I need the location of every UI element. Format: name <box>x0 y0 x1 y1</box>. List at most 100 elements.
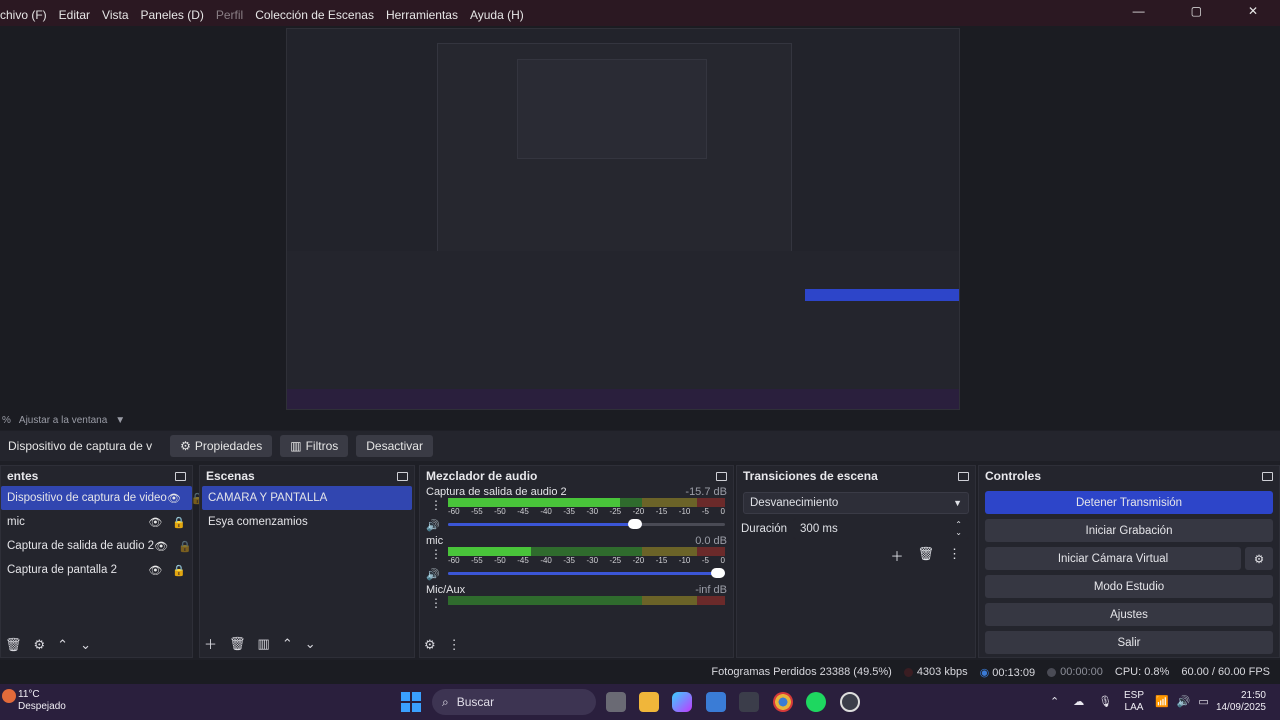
menu-item[interactable]: Paneles (D) <box>141 8 204 22</box>
menu-item[interactable]: Editar <box>59 8 90 22</box>
add-icon[interactable]: ＋ <box>204 634 217 653</box>
tick-label: -55 <box>471 556 483 565</box>
chevron-down-icon[interactable]: ▼ <box>115 415 125 426</box>
move-up-icon[interactable]: ⌃ <box>57 637 68 653</box>
control-button[interactable]: Salir <box>985 631 1273 654</box>
spinner-icon[interactable]: ⌃ ⌄ <box>955 521 962 537</box>
slider-knob[interactable] <box>627 519 642 529</box>
gear-icon[interactable]: ⚙ <box>34 637 46 653</box>
gear-icon[interactable]: ⚙ <box>424 637 436 653</box>
scenes-header: Escenas <box>200 466 414 486</box>
more-icon[interactable]: ⋮ <box>430 547 442 561</box>
source-item[interactable]: Captura de salida de audio 2 👁 🔒 <box>1 534 192 558</box>
lock-icon[interactable]: 🔒 <box>172 564 186 577</box>
copilot-icon[interactable] <box>672 692 692 712</box>
zoom-label[interactable]: Ajustar a la ventana <box>19 415 107 426</box>
popout-icon[interactable] <box>958 471 969 481</box>
clock[interactable]: 21:50 14/09/2025 <box>1214 690 1266 714</box>
windows-start-icon[interactable] <box>401 692 421 712</box>
gear-icon[interactable]: ⚙ <box>1245 547 1273 570</box>
level-meter <box>448 547 725 556</box>
spotify-icon[interactable] <box>806 692 826 712</box>
task-view-icon[interactable] <box>606 692 626 712</box>
menu-item[interactable]: Herramientas <box>386 8 458 22</box>
minimize-icon[interactable]: — <box>1133 4 1145 18</box>
tick-label: -45 <box>517 507 529 516</box>
tray-icons[interactable]: 📶 🔊 ▭ <box>1155 695 1209 708</box>
source-row-icons: 👁 🔒 <box>154 540 192 553</box>
popout-icon[interactable] <box>1262 471 1273 481</box>
move-up-icon[interactable]: ⌃ <box>282 636 293 652</box>
mixer-footer: ⚙ ⋮ <box>424 637 461 653</box>
weather-widget[interactable]: 11°C Despejado <box>18 689 66 713</box>
obs-icon[interactable] <box>840 692 860 712</box>
source-row-icons: 👁 🔒 <box>148 516 186 529</box>
move-down-icon[interactable]: ⌄ <box>305 636 316 652</box>
weather-icon[interactable] <box>2 689 16 703</box>
speaker-icon[interactable]: 🔊 <box>426 568 440 581</box>
visibility-icon[interactable]: 👁 <box>167 492 181 505</box>
microphone-icon[interactable]: 🎙 <box>1098 695 1112 708</box>
tick-label: -10 <box>678 556 691 565</box>
control-button[interactable]: Iniciar Cámara Virtual <box>985 547 1241 570</box>
lock-icon[interactable]: 🔒 <box>178 540 192 553</box>
more-icon[interactable]: ⋮ <box>448 637 461 653</box>
speaker-icon[interactable]: 🔊 <box>426 519 440 532</box>
lock-icon[interactable]: 🔒 <box>172 516 186 529</box>
trash-icon[interactable]: 🗑 <box>5 637 22 653</box>
deactivate-button[interactable]: Desactivar <box>356 435 433 457</box>
language-indicator[interactable]: ESP LAA <box>1124 690 1144 714</box>
controls-dock: Controles Detener Transmisión Iniciar Gra… <box>978 465 1280 658</box>
volume-slider[interactable] <box>448 566 725 580</box>
popout-icon[interactable] <box>397 471 408 481</box>
volume-slider[interactable] <box>448 517 725 531</box>
more-icon[interactable]: ⋮ <box>430 596 442 610</box>
control-button[interactable]: Ajustes <box>985 603 1273 626</box>
filters-button[interactable]: ▥ Filtros <box>280 435 349 457</box>
chevron-up-icon[interactable]: ⌃ <box>1050 695 1059 708</box>
trash-icon[interactable]: 🗑 <box>917 546 934 565</box>
maximize-icon[interactable]: ▢ <box>1191 4 1202 18</box>
trash-icon[interactable]: 🗑 <box>229 636 246 652</box>
more-icon[interactable]: ⋮ <box>948 546 961 565</box>
chrome-icon[interactable] <box>773 692 793 712</box>
cloud-icon[interactable]: ☁ <box>1073 695 1084 708</box>
popout-icon[interactable] <box>716 471 727 481</box>
menu-item[interactable]: chivo (F) <box>0 8 47 22</box>
system-tray: ⌃ ☁ 🎙 <box>1050 695 1112 708</box>
visibility-icon[interactable]: 👁 <box>148 516 162 529</box>
menu-item[interactable]: Vista <box>102 8 128 22</box>
file-explorer-icon[interactable] <box>639 692 659 712</box>
channel-name: mic <box>426 535 444 547</box>
visibility-icon[interactable]: 👁 <box>154 540 168 553</box>
source-item[interactable]: mic 👁 🔒 <box>1 510 192 534</box>
menu-item[interactable]: Perfil <box>216 8 243 22</box>
transition-select[interactable]: Desvanecimiento ▼ <box>743 492 969 514</box>
tick-label: 0 <box>720 556 725 565</box>
more-icon[interactable]: ⋮ <box>430 498 442 512</box>
close-icon[interactable]: ✕ <box>1248 4 1258 18</box>
slider-knob[interactable] <box>711 568 725 578</box>
menu-item[interactable]: Ayuda (H) <box>470 8 524 22</box>
menu-item[interactable]: Colección de Escenas <box>255 8 374 22</box>
source-item[interactable]: Dispositivo de captura de video 👁 🔒 <box>1 486 205 510</box>
control-button[interactable]: Iniciar Grabación <box>985 519 1273 542</box>
app-icon[interactable] <box>739 692 759 712</box>
filter-icon[interactable]: ▥ <box>258 636 270 652</box>
tick-label: -25 <box>609 556 622 565</box>
source-label: mic <box>7 516 25 528</box>
add-icon[interactable]: ＋ <box>890 546 903 565</box>
source-item[interactable]: Captura de pantalla 2 👁 🔒 <box>1 558 192 582</box>
control-button[interactable]: Modo Estudio <box>985 575 1273 598</box>
preview-canvas[interactable] <box>286 28 960 410</box>
duration-input[interactable]: 300 ms ⌃ ⌄ <box>793 518 969 540</box>
taskbar-search[interactable]: ⌕ Buscar <box>432 689 596 715</box>
move-down-icon[interactable]: ⌄ <box>80 637 91 653</box>
properties-button[interactable]: ⚙ Propiedades <box>170 435 273 457</box>
scene-item[interactable]: CAMARA Y PANTALLA <box>202 486 412 510</box>
popout-icon[interactable] <box>175 471 186 481</box>
scene-item[interactable]: Esya comenzamios <box>202 510 412 534</box>
visibility-icon[interactable]: 👁 <box>148 564 162 577</box>
store-icon[interactable] <box>706 692 726 712</box>
control-button[interactable]: Detener Transmisión <box>985 491 1273 514</box>
